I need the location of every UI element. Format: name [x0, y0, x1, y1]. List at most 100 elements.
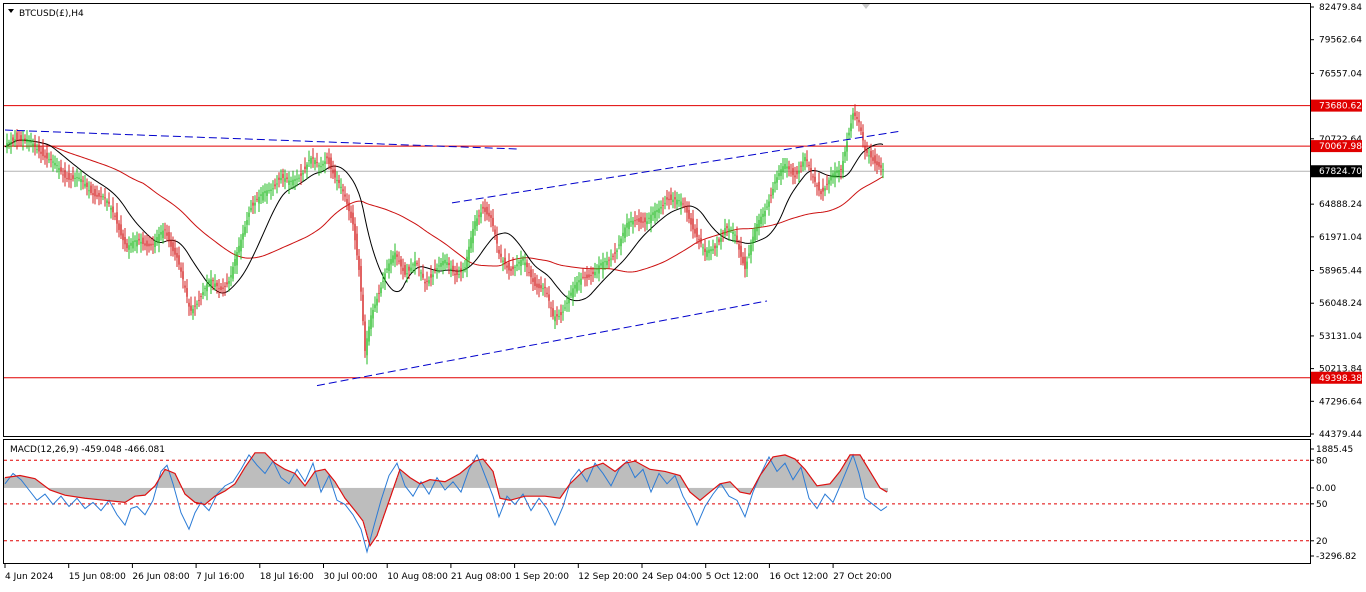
candle-body	[648, 217, 650, 219]
macd-histogram-bar	[702, 487, 704, 498]
macd-histogram-bar	[784, 454, 786, 488]
candle-body	[864, 146, 866, 151]
candle-body	[52, 161, 54, 163]
candle-body	[676, 199, 678, 205]
candle-body	[626, 222, 628, 228]
candle-body	[216, 282, 218, 287]
candle-body	[60, 167, 62, 172]
candle-body	[156, 236, 158, 241]
candle-body	[456, 269, 458, 276]
candle-body	[492, 217, 494, 226]
candle-body	[462, 269, 464, 272]
macd-histogram-bar	[364, 487, 366, 529]
candle-body	[294, 179, 296, 181]
macd-histogram-bar	[478, 460, 480, 488]
candle-body	[440, 263, 442, 267]
candle-body	[488, 212, 490, 217]
macd-histogram-bar	[856, 454, 858, 488]
candle-body	[544, 286, 546, 289]
candle-body	[500, 253, 502, 257]
price-axis-label: 76557.04	[1319, 69, 1362, 79]
candle-body	[86, 182, 88, 187]
candle-body	[542, 288, 544, 290]
macd-histogram-bar	[444, 481, 446, 488]
candle-body	[668, 198, 670, 201]
candle-body	[448, 262, 450, 266]
candle-body	[196, 303, 198, 305]
macd-histogram-bar	[866, 466, 868, 488]
candle-body	[778, 172, 780, 177]
candle-body	[660, 207, 662, 209]
candle-body	[378, 292, 380, 294]
macd-histogram-bar	[68, 487, 70, 496]
macd-histogram-bar	[112, 487, 114, 502]
macd-histogram-bar	[32, 478, 34, 488]
candle-body	[340, 186, 342, 189]
candle-body	[22, 139, 24, 142]
candle-body	[482, 206, 484, 209]
candle-body	[536, 283, 538, 288]
candle-body	[776, 177, 778, 183]
candle-body	[728, 228, 730, 233]
candle-body	[48, 159, 50, 161]
candle-body	[408, 266, 410, 271]
macd-histogram-bar	[668, 472, 670, 488]
macd-histogram-bar	[16, 475, 18, 488]
candle-body	[694, 228, 696, 234]
macd-histogram-bar	[868, 469, 870, 488]
candle-body	[720, 237, 722, 242]
candle-body	[452, 265, 454, 273]
macd-histogram-bar	[634, 461, 636, 488]
candle-body	[106, 200, 108, 204]
candle-body	[250, 207, 252, 211]
macd-histogram-bar	[142, 487, 144, 496]
candle-body	[780, 169, 782, 176]
candle-body	[326, 156, 328, 159]
macd-histogram-bar	[352, 487, 354, 509]
candle-body	[98, 192, 100, 197]
macd-histogram-bar	[746, 487, 748, 494]
candle-body	[232, 266, 234, 279]
candle-body	[748, 253, 750, 256]
macd-histogram-bar	[596, 465, 598, 488]
macd-histogram-bar	[696, 487, 698, 498]
candle-body	[698, 238, 700, 241]
candle-body	[208, 280, 210, 284]
candle-body	[422, 273, 424, 278]
macd-histogram-bar	[90, 487, 92, 499]
candle-body	[82, 180, 84, 182]
candle-body	[752, 236, 754, 244]
macd-histogram-bar	[258, 452, 260, 488]
macd-histogram-bar	[346, 487, 348, 501]
candle-body	[470, 237, 472, 249]
macd-histogram-bar	[118, 487, 120, 502]
candle-body	[112, 206, 114, 213]
candle-body	[654, 210, 656, 219]
candle-body	[376, 298, 378, 306]
candle-body	[692, 218, 694, 230]
candle-body	[570, 292, 572, 296]
candle-body	[786, 166, 788, 169]
price-axis-label: 47296.64	[1319, 397, 1362, 407]
candle-body	[146, 240, 148, 247]
macd-histogram-bar	[476, 460, 478, 488]
time-axis-label: 26 Jun 08:00	[132, 572, 189, 582]
candle-body	[610, 258, 612, 260]
candle-body	[140, 241, 142, 244]
macd-histogram-bar	[410, 478, 412, 488]
macd-histogram-bar	[368, 487, 370, 543]
macd-histogram-bar	[762, 471, 764, 488]
candle-body	[142, 237, 144, 245]
candle-body	[518, 261, 520, 264]
macd-histogram-bar	[374, 487, 376, 539]
candle-body	[634, 220, 636, 222]
candle-body	[186, 288, 188, 297]
time-axis-label: 21 Aug 08:00	[451, 572, 512, 582]
candle-body	[656, 209, 658, 213]
candle-body	[538, 283, 540, 289]
candle-body	[116, 212, 118, 224]
candle-body	[266, 190, 268, 196]
candle-body	[516, 264, 518, 267]
candle-body	[386, 268, 388, 270]
macd-histogram-bar	[542, 487, 544, 497]
